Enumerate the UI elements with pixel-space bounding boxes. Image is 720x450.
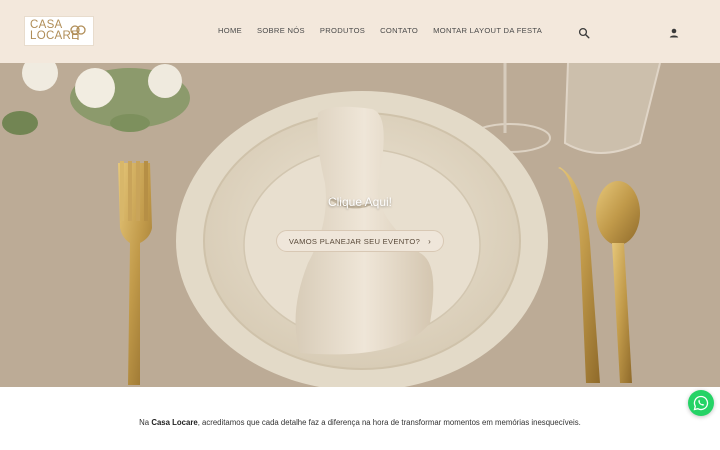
nav-sobre-nos[interactable]: SOBRE NÓS — [257, 26, 305, 35]
account-button[interactable] — [668, 26, 680, 38]
intro-suffix: , acreditamos que cada detalhe faz a dif… — [197, 418, 581, 427]
plan-event-button[interactable]: VAMOS PLANEJAR SEU EVENTO? › — [276, 230, 444, 252]
logo-mark-icon — [70, 25, 86, 40]
site-header: CASA LOCARE HOME SOBRE NÓS PRODUTOS CONT… — [0, 0, 720, 63]
search-icon — [578, 27, 590, 39]
nav-montar-layout[interactable]: MONTAR LAYOUT DA FESTA — [433, 26, 542, 35]
nav-home[interactable]: HOME — [218, 26, 242, 35]
hero-image — [0, 63, 720, 387]
hero-banner: Clique Aqui! VAMOS PLANEJAR SEU EVENTO? … — [0, 63, 720, 387]
nav-contato[interactable]: CONTATO — [380, 26, 418, 35]
intro-text: Na Casa Locare, acreditamos que cada det… — [0, 418, 720, 427]
plan-event-label: VAMOS PLANEJAR SEU EVENTO? — [288, 236, 421, 246]
main-nav: HOME SOBRE NÓS PRODUTOS CONTATO MONTAR L… — [218, 26, 557, 35]
hero-title: Clique Aqui! — [327, 195, 393, 209]
intro-brand: Casa Locare — [151, 418, 198, 427]
nav-produtos[interactable]: PRODUTOS — [320, 26, 365, 35]
chevron-right-icon: › — [428, 236, 432, 246]
user-icon — [669, 28, 679, 38]
intro-prefix: Na — [139, 418, 152, 427]
search-button[interactable] — [578, 26, 590, 39]
whatsapp-button[interactable] — [688, 390, 714, 416]
logo[interactable]: CASA LOCARE — [24, 16, 94, 46]
whatsapp-icon — [693, 395, 709, 411]
